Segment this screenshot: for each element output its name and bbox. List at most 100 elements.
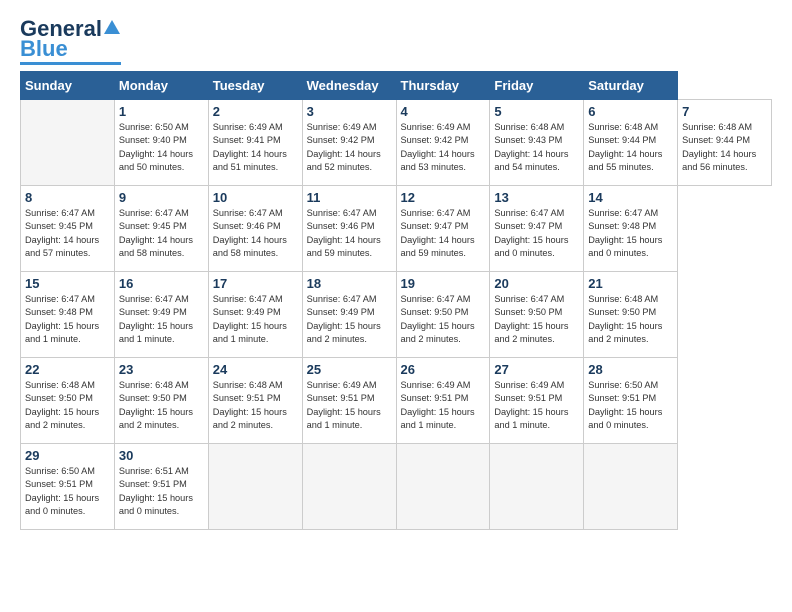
calendar-cell: 4 Sunrise: 6:49 AM Sunset: 9:42 PM Daylig… — [396, 100, 490, 186]
calendar-cell: 19 Sunrise: 6:47 AM Sunset: 9:50 PM Dayli… — [396, 272, 490, 358]
day-number: 23 — [119, 362, 204, 377]
calendar-cell: 25 Sunrise: 6:49 AM Sunset: 9:51 PM Dayli… — [302, 358, 396, 444]
cell-text: Sunrise: 6:51 AM Sunset: 9:51 PM Dayligh… — [119, 465, 204, 518]
cell-text: Sunrise: 6:48 AM Sunset: 9:44 PM Dayligh… — [682, 121, 767, 174]
calendar-cell-empty — [302, 444, 396, 530]
day-number: 13 — [494, 190, 579, 205]
day-number: 17 — [213, 276, 298, 291]
calendar-table: SundayMondayTuesdayWednesdayThursdayFrid… — [20, 71, 772, 530]
calendar-week-row: 8 Sunrise: 6:47 AM Sunset: 9:45 PM Daylig… — [21, 186, 772, 272]
calendar-cell: 13 Sunrise: 6:47 AM Sunset: 9:47 PM Dayli… — [490, 186, 584, 272]
calendar-cell: 14 Sunrise: 6:47 AM Sunset: 9:48 PM Dayli… — [584, 186, 678, 272]
cell-text: Sunrise: 6:49 AM Sunset: 9:51 PM Dayligh… — [494, 379, 579, 432]
day-number: 19 — [401, 276, 486, 291]
calendar-cell-empty — [21, 100, 115, 186]
cell-text: Sunrise: 6:47 AM Sunset: 9:47 PM Dayligh… — [401, 207, 486, 260]
calendar-cell-empty — [396, 444, 490, 530]
calendar-cell: 24 Sunrise: 6:48 AM Sunset: 9:51 PM Dayli… — [208, 358, 302, 444]
calendar-cell: 9 Sunrise: 6:47 AM Sunset: 9:45 PM Daylig… — [114, 186, 208, 272]
cell-text: Sunrise: 6:47 AM Sunset: 9:49 PM Dayligh… — [307, 293, 392, 346]
header-tuesday: Tuesday — [208, 72, 302, 100]
calendar-cell: 2Sunrise: 6:49 AM Sunset: 9:41 PM Daylig… — [208, 100, 302, 186]
calendar-cell: 3 Sunrise: 6:49 AM Sunset: 9:42 PM Daylig… — [302, 100, 396, 186]
cell-text: Sunrise: 6:47 AM Sunset: 9:45 PM Dayligh… — [25, 207, 110, 260]
cell-text: Sunrise: 6:49 AM Sunset: 9:41 PM Dayligh… — [213, 121, 298, 174]
calendar-cell: 20 Sunrise: 6:47 AM Sunset: 9:50 PM Dayli… — [490, 272, 584, 358]
header-thursday: Thursday — [396, 72, 490, 100]
calendar-cell: 6 Sunrise: 6:48 AM Sunset: 9:44 PM Daylig… — [584, 100, 678, 186]
day-number: 3 — [307, 104, 392, 119]
calendar-cell: 22 Sunrise: 6:48 AM Sunset: 9:50 PM Dayli… — [21, 358, 115, 444]
cell-text: Sunrise: 6:47 AM Sunset: 9:48 PM Dayligh… — [25, 293, 110, 346]
calendar-cell: 26 Sunrise: 6:49 AM Sunset: 9:51 PM Dayli… — [396, 358, 490, 444]
day-number: 4 — [401, 104, 486, 119]
cell-text: Sunrise: 6:47 AM Sunset: 9:48 PM Dayligh… — [588, 207, 673, 260]
calendar-cell: 27 Sunrise: 6:49 AM Sunset: 9:51 PM Dayli… — [490, 358, 584, 444]
cell-text: Sunrise: 6:47 AM Sunset: 9:50 PM Dayligh… — [494, 293, 579, 346]
day-number: 22 — [25, 362, 110, 377]
calendar-cell: 11Sunrise: 6:47 AM Sunset: 9:46 PM Dayli… — [302, 186, 396, 272]
calendar-cell: 21Sunrise: 6:48 AM Sunset: 9:50 PM Dayli… — [584, 272, 678, 358]
day-number: 18 — [307, 276, 392, 291]
day-number: 24 — [213, 362, 298, 377]
page-header: General Blue — [20, 18, 772, 65]
day-number: 10 — [213, 190, 298, 205]
day-number: 30 — [119, 448, 204, 463]
calendar-cell: 8 Sunrise: 6:47 AM Sunset: 9:45 PM Daylig… — [21, 186, 115, 272]
day-number: 8 — [25, 190, 110, 205]
cell-text: Sunrise: 6:49 AM Sunset: 9:42 PM Dayligh… — [307, 121, 392, 174]
calendar-cell: 18 Sunrise: 6:47 AM Sunset: 9:49 PM Dayli… — [302, 272, 396, 358]
cell-text: Sunrise: 6:47 AM Sunset: 9:49 PM Dayligh… — [119, 293, 204, 346]
cell-text: Sunrise: 6:48 AM Sunset: 9:50 PM Dayligh… — [119, 379, 204, 432]
day-number: 5 — [494, 104, 579, 119]
calendar-cell: 15 Sunrise: 6:47 AM Sunset: 9:48 PM Dayli… — [21, 272, 115, 358]
cell-text: Sunrise: 6:49 AM Sunset: 9:42 PM Dayligh… — [401, 121, 486, 174]
day-number: 21 — [588, 276, 673, 291]
day-number: 6 — [588, 104, 673, 119]
day-number: 26 — [401, 362, 486, 377]
calendar-cell: 28 Sunrise: 6:50 AM Sunset: 9:51 PM Dayli… — [584, 358, 678, 444]
calendar-week-row: 15 Sunrise: 6:47 AM Sunset: 9:48 PM Dayli… — [21, 272, 772, 358]
cell-text: Sunrise: 6:48 AM Sunset: 9:51 PM Dayligh… — [213, 379, 298, 432]
day-number: 25 — [307, 362, 392, 377]
calendar-cell: 1 Sunrise: 6:50 AM Sunset: 9:40 PM Daylig… — [114, 100, 208, 186]
cell-text: Sunrise: 6:50 AM Sunset: 9:51 PM Dayligh… — [588, 379, 673, 432]
logo-underline — [20, 62, 121, 65]
cell-text: Sunrise: 6:47 AM Sunset: 9:45 PM Dayligh… — [119, 207, 204, 260]
cell-text: Sunrise: 6:49 AM Sunset: 9:51 PM Dayligh… — [307, 379, 392, 432]
day-number: 28 — [588, 362, 673, 377]
day-number: 1 — [119, 104, 204, 119]
cell-text: Sunrise: 6:47 AM Sunset: 9:46 PM Dayligh… — [213, 207, 298, 260]
calendar-cell-empty — [584, 444, 678, 530]
day-number: 9 — [119, 190, 204, 205]
cell-text: Sunrise: 6:50 AM Sunset: 9:51 PM Dayligh… — [25, 465, 110, 518]
day-number: 14 — [588, 190, 673, 205]
cell-text: Sunrise: 6:50 AM Sunset: 9:40 PM Dayligh… — [119, 121, 204, 174]
header-monday: Monday — [114, 72, 208, 100]
calendar-header-row: SundayMondayTuesdayWednesdayThursdayFrid… — [21, 72, 772, 100]
calendar-cell-empty — [208, 444, 302, 530]
calendar-cell: 23 Sunrise: 6:48 AM Sunset: 9:50 PM Dayli… — [114, 358, 208, 444]
calendar-cell: 16Sunrise: 6:47 AM Sunset: 9:49 PM Dayli… — [114, 272, 208, 358]
logo-icon — [103, 18, 121, 36]
day-number: 27 — [494, 362, 579, 377]
day-number: 20 — [494, 276, 579, 291]
header-saturday: Saturday — [584, 72, 678, 100]
cell-text: Sunrise: 6:47 AM Sunset: 9:49 PM Dayligh… — [213, 293, 298, 346]
calendar-cell: 5 Sunrise: 6:48 AM Sunset: 9:43 PM Daylig… — [490, 100, 584, 186]
cell-text: Sunrise: 6:47 AM Sunset: 9:47 PM Dayligh… — [494, 207, 579, 260]
calendar-cell: 29Sunrise: 6:50 AM Sunset: 9:51 PM Dayli… — [21, 444, 115, 530]
calendar-cell: 7Sunrise: 6:48 AM Sunset: 9:44 PM Daylig… — [678, 100, 772, 186]
calendar-week-row: 22 Sunrise: 6:48 AM Sunset: 9:50 PM Dayli… — [21, 358, 772, 444]
calendar-week-row: 29Sunrise: 6:50 AM Sunset: 9:51 PM Dayli… — [21, 444, 772, 530]
calendar-week-row: 1 Sunrise: 6:50 AM Sunset: 9:40 PM Daylig… — [21, 100, 772, 186]
day-number: 15 — [25, 276, 110, 291]
cell-text: Sunrise: 6:48 AM Sunset: 9:43 PM Dayligh… — [494, 121, 579, 174]
cell-text: Sunrise: 6:48 AM Sunset: 9:50 PM Dayligh… — [25, 379, 110, 432]
day-number: 12 — [401, 190, 486, 205]
header-sunday: Sunday — [21, 72, 115, 100]
cell-text: Sunrise: 6:49 AM Sunset: 9:51 PM Dayligh… — [401, 379, 486, 432]
cell-text: Sunrise: 6:48 AM Sunset: 9:44 PM Dayligh… — [588, 121, 673, 174]
cell-text: Sunrise: 6:47 AM Sunset: 9:50 PM Dayligh… — [401, 293, 486, 346]
header-friday: Friday — [490, 72, 584, 100]
